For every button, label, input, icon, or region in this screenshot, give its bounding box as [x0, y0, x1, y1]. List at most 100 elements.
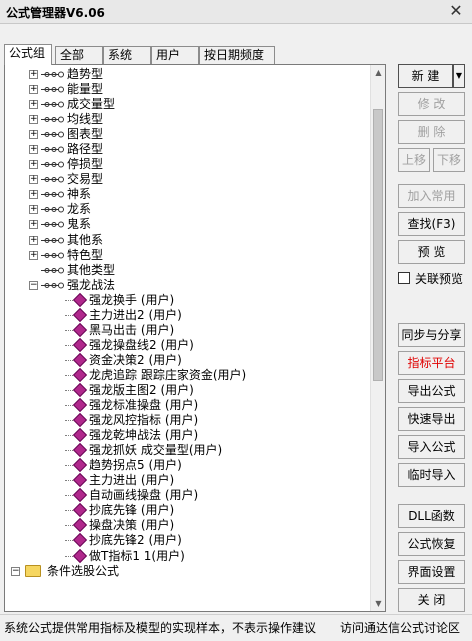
tree-formula-item[interactable]: 龙虎追踪 跟踪庄家资金(用户): [5, 367, 371, 383]
formula-diamond-icon: [72, 292, 88, 307]
formula-diamond-icon: [72, 443, 88, 458]
quick-export-button[interactable]: 快速导出: [398, 407, 465, 431]
tab-all[interactable]: 全部: [55, 46, 103, 64]
expand-icon[interactable]: +: [29, 70, 38, 79]
tree-group-item[interactable]: + 成交量型: [5, 97, 371, 112]
linked-preview-checkbox[interactable]: [398, 272, 410, 284]
folder-icon: [25, 564, 41, 577]
close-button[interactable]: 关 闭: [398, 588, 465, 612]
tree-group-item[interactable]: + 趋势型: [5, 67, 371, 82]
tree-scrollbar[interactable]: ▲ ▼: [370, 65, 385, 611]
tree-group-item[interactable]: + 神系: [5, 187, 371, 202]
status-disclaimer: 系统公式提供常用指标及模型的实现样本，不表示操作建议: [4, 621, 317, 635]
new-button[interactable]: 新 建: [398, 64, 453, 88]
tree-group-item[interactable]: 其他类型: [5, 263, 371, 278]
tree-formula-item[interactable]: 抄底先锋2 (用户): [5, 533, 371, 548]
tree-connector: [65, 465, 73, 467]
group-node-icon: [41, 99, 65, 110]
expand-icon[interactable]: +: [29, 160, 38, 170]
collapse-icon[interactable]: −: [29, 280, 38, 290]
expand-icon[interactable]: +: [29, 250, 38, 260]
expand-icon[interactable]: +: [29, 205, 38, 215]
move-down-button[interactable]: 下移: [433, 148, 465, 172]
tree-formula-item[interactable]: 强龙标准操盘 (用户): [5, 397, 371, 413]
tree-group-item[interactable]: − 强龙战法: [5, 278, 371, 293]
tree-group-item[interactable]: + 路径型: [5, 142, 371, 157]
tree-group-item[interactable]: + 均线型: [5, 112, 371, 127]
move-up-button[interactable]: 上移: [398, 148, 430, 172]
tree-group-item[interactable]: + 图表型: [5, 127, 371, 142]
tree-formula-item[interactable]: 强龙版主图2 (用户): [5, 382, 371, 398]
tree-formula-item[interactable]: 主力进出 (用户): [5, 473, 371, 488]
formula-diamond-icon: [72, 397, 88, 413]
tree-group-item[interactable]: + 龙系: [5, 202, 371, 217]
tree-group-item[interactable]: + 能量型: [5, 82, 371, 97]
forum-link[interactable]: 访问通达信公式讨论区: [340, 619, 460, 636]
expand-icon[interactable]: +: [29, 175, 38, 185]
tree-formula-item[interactable]: 强龙风控指标 (用户): [5, 413, 371, 428]
linked-preview-label: 关联预览: [415, 272, 464, 286]
indicator-platform-button[interactable]: 指标平台: [398, 351, 465, 375]
preview-button[interactable]: 预 览: [398, 240, 465, 264]
temp-import-button[interactable]: 临时导入: [398, 463, 465, 487]
tree-formula-item[interactable]: 主力进出2 (用户): [5, 307, 371, 323]
expand-icon[interactable]: +: [29, 190, 38, 200]
find-button[interactable]: 查找(F3): [398, 212, 465, 236]
group-node-icon: [41, 219, 65, 230]
group-node-icon: [41, 69, 65, 80]
expand-icon[interactable]: +: [29, 100, 38, 110]
tree-formula-item[interactable]: 趋势拐点5 (用户): [5, 458, 371, 473]
tree-formula-item[interactable]: 强龙操盘线2 (用户): [5, 337, 371, 353]
tree-group-item[interactable]: + 鬼系: [5, 217, 371, 232]
expand-icon[interactable]: +: [29, 115, 38, 125]
delete-button[interactable]: 删 除: [398, 120, 465, 144]
close-icon[interactable]: ✕: [446, 1, 466, 21]
tree-formula-item[interactable]: 强龙抓妖 成交量型(用户): [5, 443, 371, 458]
add-common-button[interactable]: 加入常用: [398, 184, 465, 208]
ui-settings-button[interactable]: 界面设置: [398, 560, 465, 584]
new-dropdown-icon[interactable]: ▼: [453, 64, 465, 88]
expand-icon[interactable]: +: [29, 220, 38, 230]
scroll-down-icon[interactable]: ▼: [371, 596, 385, 611]
expand-icon[interactable]: +: [29, 235, 38, 245]
tree-connector: [65, 374, 73, 376]
collapse-icon[interactable]: −: [11, 566, 20, 576]
export-formula-button[interactable]: 导出公式: [398, 379, 465, 403]
tree-group-item[interactable]: + 特色型: [5, 248, 371, 263]
group-node-icon: [41, 129, 65, 140]
tree-formula-item[interactable]: 做T指标1 1(用户): [5, 548, 371, 564]
title-bar: 公式管理器V6.06 ✕: [0, 0, 472, 24]
tree-formula-item[interactable]: 资金决策2 (用户): [5, 352, 371, 368]
import-formula-button[interactable]: 导入公式: [398, 435, 465, 459]
tree-formula-item[interactable]: 抄底先锋 (用户): [5, 503, 371, 518]
scroll-up-icon[interactable]: ▲: [371, 65, 385, 80]
formula-diamond-icon: [72, 518, 88, 533]
modify-button[interactable]: 修 改: [398, 92, 465, 116]
tab-formula-group[interactable]: 公式组: [4, 44, 52, 65]
group-node-icon: [41, 235, 65, 246]
tree-group-item[interactable]: + 交易型: [5, 172, 371, 187]
tab-by-date[interactable]: 按日期频度: [199, 46, 275, 64]
tab-strip: 公式组 全部 系统 用户 按日期频度: [4, 44, 390, 65]
tree-group-item[interactable]: + 停损型: [5, 157, 371, 172]
formula-diamond-icon: [72, 367, 88, 383]
formula-diamond-icon: [72, 322, 88, 337]
tree-formula-item[interactable]: 黑马出击 (用户): [5, 322, 371, 338]
tab-system[interactable]: 系统: [103, 46, 151, 64]
expand-icon[interactable]: +: [29, 130, 38, 140]
tree-folder-item[interactable]: − 条件选股公式: [5, 564, 371, 579]
formula-restore-button[interactable]: 公式恢复: [398, 532, 465, 556]
tree-formula-item[interactable]: 强龙乾坤战法 (用户): [5, 428, 371, 443]
expand-icon[interactable]: +: [29, 85, 38, 95]
scrollbar-thumb[interactable]: [373, 109, 383, 381]
dll-function-button[interactable]: DLL函数: [398, 504, 465, 528]
tree-formula-item[interactable]: 自动画线操盘 (用户): [5, 488, 371, 503]
tree-formula-item[interactable]: 强龙换手 (用户): [5, 292, 371, 308]
sync-share-button[interactable]: 同步与分享: [398, 323, 465, 347]
expand-icon[interactable]: +: [29, 145, 38, 155]
tab-user[interactable]: 用户: [151, 46, 199, 64]
tree-connector: [65, 344, 73, 346]
tree-connector: [65, 450, 73, 452]
tree-group-item[interactable]: + 其他系: [5, 233, 371, 248]
tree-formula-item[interactable]: 操盘决策 (用户): [5, 518, 371, 533]
